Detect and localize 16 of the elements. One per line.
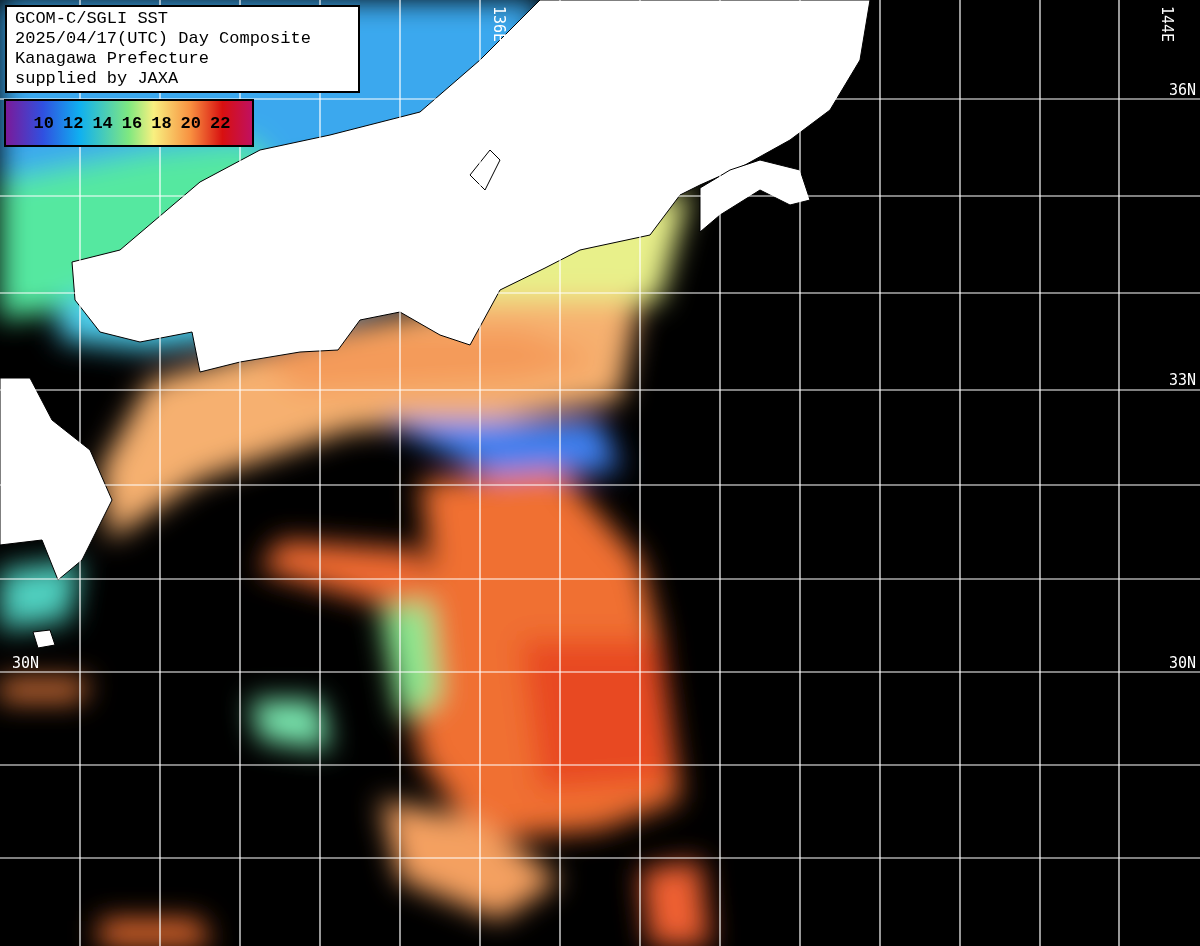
title-line: Kanagawa Prefecture	[15, 49, 210, 69]
latitude-label: 36N	[1168, 81, 1196, 99]
title-line: supplied by JAXA	[15, 69, 180, 89]
latitude-label: 33N	[1168, 371, 1196, 389]
scale-label: 20	[180, 113, 201, 133]
scale-label: 22	[210, 113, 231, 133]
title-line: 2025/04/17(UTC) Day Composite	[15, 29, 312, 49]
title-line: GCOM-C/SGLI SST	[15, 9, 170, 29]
scale-label: 16	[121, 113, 143, 133]
scale-label: 12	[63, 113, 84, 133]
scale-label: 18	[151, 113, 172, 133]
latitude-label: 30N	[12, 654, 40, 672]
longitude-label: 144E	[1158, 6, 1176, 43]
latitude-label: 30N	[1168, 654, 1196, 672]
scale-label: 14	[92, 113, 113, 133]
scale-label: 10	[33, 113, 54, 133]
